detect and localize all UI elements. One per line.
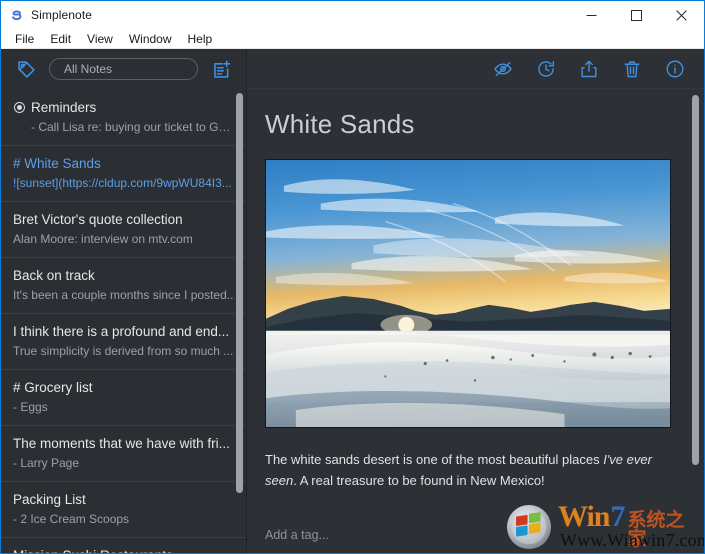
note-list-item-preview: ![sunset](https://cldup.com/9wpWU84I3...	[13, 174, 234, 192]
note-list-scroll-area: Reminders- Call Lisa re: buying our tick…	[1, 89, 246, 553]
note-list-item-title: # White Sands	[13, 154, 234, 173]
note-list-item-preview: - Eggs	[13, 398, 234, 416]
menu-item-file[interactable]: File	[8, 30, 41, 48]
note-list-item-preview: Alan Moore: interview on mtv.com	[13, 230, 234, 248]
note-list-item[interactable]: # White Sands![sunset](https://cldup.com…	[1, 146, 246, 202]
note-list-item-preview: It's been a couple months since I posted…	[13, 286, 234, 304]
history-icon[interactable]	[535, 58, 557, 80]
editor-scrollbar[interactable]	[692, 95, 699, 465]
note-list-item[interactable]: Back on trackIt's been a couple months s…	[1, 258, 246, 314]
note-list-item-title: The moments that we have with fri...	[13, 434, 234, 453]
trash-icon[interactable]	[621, 58, 643, 80]
note-list-item-preview: - 2 Ice Cream Scoops	[13, 510, 234, 528]
editor-toolbar	[247, 49, 704, 89]
note-body: The white sands desert is one of the mos…	[265, 449, 673, 491]
pinned-indicator-icon	[14, 102, 25, 113]
info-icon[interactable]	[664, 58, 686, 80]
note-list-item-title: I think there is a profound and end...	[13, 322, 234, 341]
note-list-item-preview: - Call Lisa re: buying our ticket to Gre…	[13, 118, 234, 136]
menu-bar: File Edit View Window Help	[1, 29, 704, 49]
title-bar-left: Simplenote	[1, 8, 92, 22]
menu-item-view[interactable]: View	[80, 30, 120, 48]
window-title: Simplenote	[31, 8, 92, 22]
maximize-button[interactable]	[614, 1, 659, 29]
note-list-item[interactable]: I think there is a profound and end...Tr…	[1, 314, 246, 370]
note-body-part2: . A real treasure to be found in New Mex…	[293, 473, 544, 488]
search-input[interactable]: All Notes	[49, 58, 198, 80]
note-list-item[interactable]: The moments that we have with fri...- La…	[1, 426, 246, 482]
note-body-part1: The white sands desert is one of the mos…	[265, 452, 603, 467]
menu-item-window[interactable]: Window	[122, 30, 179, 48]
note-editor[interactable]: White Sands	[247, 89, 704, 553]
note-list-panel: All Notes Reminders- Call Lisa re: buyin…	[1, 49, 247, 553]
note-image	[265, 159, 671, 428]
note-list-toolbar: All Notes	[1, 49, 246, 89]
note-list-item-title: # Grocery list	[13, 378, 234, 397]
note-list-scrollbar[interactable]	[236, 93, 243, 493]
note-list-item-title: Back on track	[13, 266, 234, 285]
note-list-item[interactable]: Packing List- 2 Ice Cream Scoops	[1, 482, 246, 538]
menu-item-edit[interactable]: Edit	[43, 30, 78, 48]
new-note-icon[interactable]	[208, 56, 234, 82]
close-button[interactable]	[659, 1, 704, 29]
minimize-button[interactable]	[569, 1, 614, 29]
note-list-item-preview: - Larry Page	[13, 454, 234, 472]
editor-scroll-area: White Sands	[247, 89, 704, 553]
preview-toggle-icon[interactable]	[492, 58, 514, 80]
note-list-item[interactable]: Bret Victor's quote collectionAlan Moore…	[1, 202, 246, 258]
share-icon[interactable]	[578, 58, 600, 80]
simplenote-window: Simplenote File Edit View Window Help	[0, 0, 705, 554]
note-list: Reminders- Call Lisa re: buying our tick…	[1, 89, 246, 553]
window-controls	[569, 1, 704, 29]
note-list-item-title: Mission Sushi Restaurants	[13, 546, 234, 553]
note-heading: White Sands	[265, 107, 674, 141]
title-bar: Simplenote	[1, 1, 704, 29]
simplenote-logo-icon	[10, 8, 24, 22]
note-list-item-preview: True simplicity is derived from so much …	[13, 342, 234, 360]
note-list-item[interactable]: Reminders- Call Lisa re: buying our tick…	[1, 89, 246, 146]
note-list-item[interactable]: # Grocery list- Eggs	[1, 370, 246, 426]
note-list-item[interactable]: Mission Sushi Restaurants- Suogi	[1, 538, 246, 553]
note-list-item-title: Bret Victor's quote collection	[13, 210, 234, 229]
note-list-item-title: Reminders	[13, 98, 234, 117]
editor-panel: White Sands	[247, 49, 704, 553]
main-body: All Notes Reminders- Call Lisa re: buyin…	[1, 49, 704, 553]
menu-item-help[interactable]: Help	[181, 30, 220, 48]
tag-icon[interactable]	[13, 56, 39, 82]
note-list-item-title: Packing List	[13, 490, 234, 509]
search-input-value: All Notes	[64, 62, 112, 76]
add-tag-input[interactable]: Add a tag...	[265, 528, 329, 542]
